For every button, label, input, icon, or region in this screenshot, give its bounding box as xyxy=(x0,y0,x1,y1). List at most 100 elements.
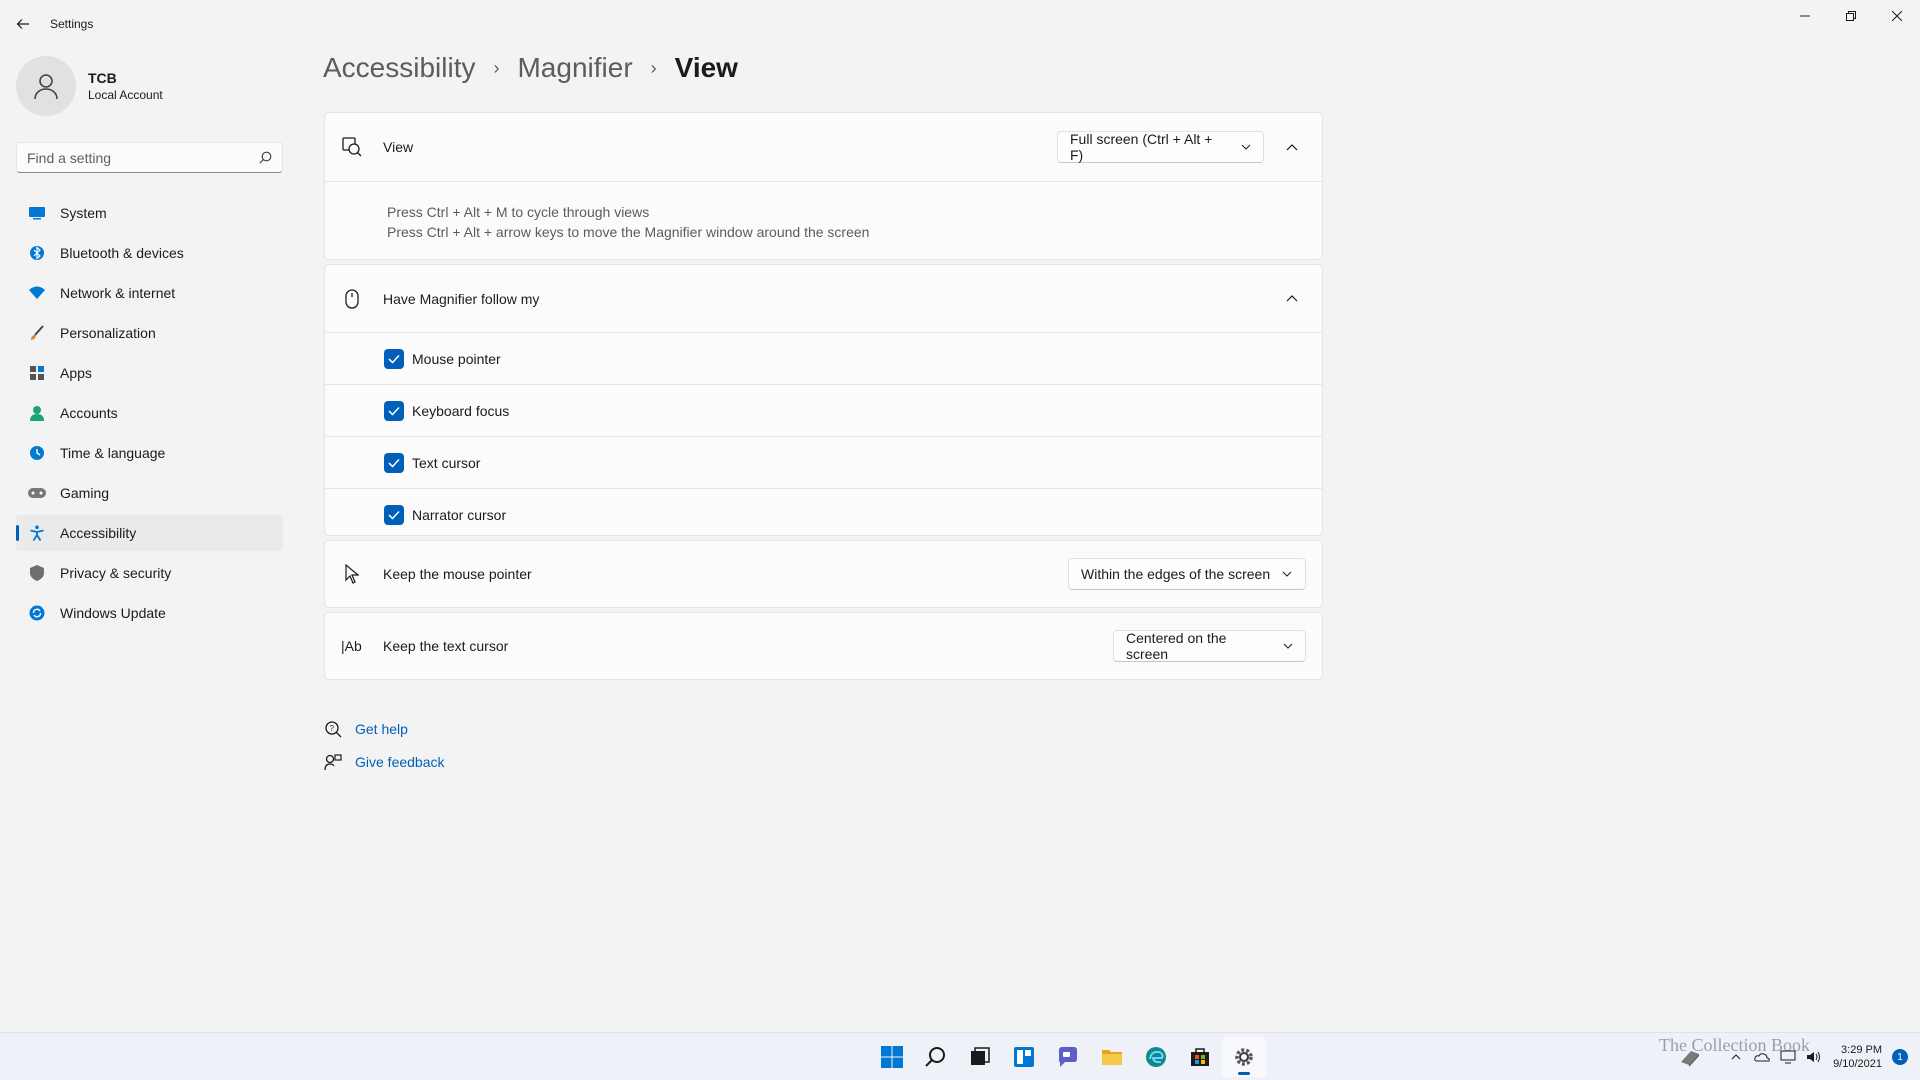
bluetooth-icon xyxy=(28,244,46,262)
volume-icon[interactable] xyxy=(1803,1046,1825,1068)
settings-window: Settings TCB Local Account Find a settin… xyxy=(0,0,1920,1032)
breadcrumb: Accessibility › Magnifier › View xyxy=(323,52,738,84)
clock[interactable]: 3:29 PM 9/10/2021 xyxy=(1833,1043,1882,1071)
sidebar-item-accounts[interactable]: Accounts xyxy=(16,395,283,431)
view-card-collapse-button[interactable] xyxy=(1278,133,1306,161)
sidebar-item-label: Gaming xyxy=(60,485,110,501)
help-links: ? Get help Give feedback xyxy=(323,712,445,778)
mouse-pointer-icon xyxy=(341,563,363,585)
sidebar-item-bluetooth[interactable]: Bluetooth & devices xyxy=(16,235,283,271)
back-button[interactable] xyxy=(8,10,38,38)
follow-card-title: Have Magnifier follow my xyxy=(383,290,540,307)
chevron-down-icon xyxy=(1241,144,1251,150)
task-view-icon[interactable] xyxy=(958,1037,1002,1077)
search-box xyxy=(16,142,283,173)
sidebar-item-label: Personalization xyxy=(60,325,156,341)
sidebar-item-privacy-security[interactable]: Privacy & security xyxy=(16,555,283,591)
restore-icon xyxy=(1846,11,1856,21)
keyboard-focus-checkbox[interactable] xyxy=(384,400,404,421)
chevron-down-icon xyxy=(1283,643,1293,649)
sidebar-item-label: Windows Update xyxy=(60,605,166,621)
give-feedback-link[interactable]: Give feedback xyxy=(323,745,445,778)
breadcrumb-separator: › xyxy=(650,57,657,78)
sidebar-item-label: Network & internet xyxy=(60,285,176,301)
sidebar-item-system[interactable]: System xyxy=(16,195,283,231)
sidebar-item-accessibility[interactable]: Accessibility xyxy=(16,515,283,551)
settings-icon[interactable] xyxy=(1222,1037,1266,1077)
follow-option-keyboard-focus[interactable]: Keyboard focus xyxy=(325,385,1322,436)
chevron-up-icon xyxy=(1286,143,1298,150)
search-icon[interactable] xyxy=(914,1037,958,1077)
breadcrumb-magnifier[interactable]: Magnifier xyxy=(517,52,632,84)
book-logo-icon xyxy=(1679,1046,1701,1068)
sidebar-item-time-language[interactable]: Time & language xyxy=(16,435,283,471)
svg-text:?: ? xyxy=(330,724,335,733)
view-card-title: View xyxy=(383,139,414,155)
accessibility-icon xyxy=(28,524,46,542)
follow-card-collapse-button[interactable] xyxy=(1278,284,1306,312)
follow-option-mouse-pointer[interactable]: Mouse pointer xyxy=(325,333,1322,384)
sidebar-item-label: Accessibility xyxy=(60,525,137,541)
follow-option-text-cursor[interactable]: Text cursor xyxy=(325,437,1322,488)
globe-clock-icon xyxy=(28,444,46,462)
sidebar-item-gaming[interactable]: Gaming xyxy=(16,475,283,511)
sidebar-item-personalization[interactable]: Personalization xyxy=(16,315,283,351)
chevron-up-icon[interactable] xyxy=(1725,1046,1747,1068)
minimize-button[interactable] xyxy=(1782,0,1828,32)
keep-mouse-pointer-title: Keep the mouse pointer xyxy=(383,566,532,582)
wifi-icon xyxy=(28,284,46,302)
sidebar-item-windows-update[interactable]: Windows Update xyxy=(16,595,283,631)
widgets-icon[interactable] xyxy=(1002,1037,1046,1077)
taskbar: The Collection Book 3:29 PM 9/10/2021 1 xyxy=(0,1032,1920,1080)
get-help-link[interactable]: ? Get help xyxy=(323,712,445,745)
sidebar-item-label: Privacy & security xyxy=(60,565,172,581)
text-cursor-icon: |Ab xyxy=(341,638,362,654)
user-profile[interactable]: TCB Local Account xyxy=(16,56,163,116)
sidebar-item-apps[interactable]: Apps xyxy=(16,355,283,391)
checkmark-icon xyxy=(388,510,400,520)
help-icon: ? xyxy=(323,719,343,739)
text-cursor-checkbox[interactable] xyxy=(384,452,404,473)
edge-icon[interactable] xyxy=(1134,1037,1178,1077)
close-icon xyxy=(1892,11,1902,21)
mouse-pointer-checkbox[interactable] xyxy=(384,348,404,369)
taskbar-apps xyxy=(870,1033,1266,1080)
notification-badge[interactable]: 1 xyxy=(1892,1049,1908,1065)
gamepad-icon xyxy=(28,484,46,502)
keyboard-focus-label: Keyboard focus xyxy=(412,402,510,419)
close-button[interactable] xyxy=(1874,0,1920,32)
give-feedback-text[interactable]: Give feedback xyxy=(355,754,445,770)
cloud-icon[interactable] xyxy=(1751,1046,1773,1068)
follow-option-narrator-cursor[interactable]: Narrator cursor xyxy=(325,489,1322,540)
start-icon[interactable] xyxy=(870,1037,914,1077)
update-icon xyxy=(28,604,46,622)
text-cursor-position-dropdown[interactable]: Centered on the screen xyxy=(1113,630,1306,662)
store-icon[interactable] xyxy=(1178,1037,1222,1077)
sidebar-item-label: System xyxy=(60,205,107,221)
mouse-pointer-position-value: Within the edges of the screen xyxy=(1081,566,1271,582)
chevron-down-icon xyxy=(1282,571,1292,577)
apps-icon xyxy=(28,364,46,382)
feedback-icon xyxy=(323,752,343,772)
narrator-cursor-checkbox[interactable] xyxy=(384,504,404,525)
divider xyxy=(325,181,1322,182)
system-tray: 3:29 PM 9/10/2021 1 xyxy=(1675,1033,1908,1080)
view-mode-dropdown[interactable]: Full screen (Ctrl + Alt + F) xyxy=(1057,131,1264,163)
network-icon[interactable] xyxy=(1777,1046,1799,1068)
get-help-text[interactable]: Get help xyxy=(355,721,408,737)
restore-button[interactable] xyxy=(1828,0,1874,32)
sidebar-item-label: Bluetooth & devices xyxy=(60,245,184,261)
file-explorer-icon[interactable] xyxy=(1090,1037,1134,1077)
accounts-icon xyxy=(28,404,46,422)
sidebar-item-label: Time & language xyxy=(60,445,166,461)
breadcrumb-accessibility[interactable]: Accessibility xyxy=(323,52,475,84)
window-controls xyxy=(1782,0,1920,32)
search-icon[interactable] xyxy=(259,151,272,164)
sidebar-item-network[interactable]: Network & internet xyxy=(16,275,283,311)
view-card-header[interactable]: View Full screen (Ctrl + Alt + F) xyxy=(325,113,1322,181)
title-bar: Settings xyxy=(0,0,1920,48)
mouse-pointer-position-dropdown[interactable]: Within the edges of the screen xyxy=(1068,558,1306,590)
search-input[interactable] xyxy=(27,149,259,166)
chat-icon[interactable] xyxy=(1046,1037,1090,1077)
follow-card-header[interactable]: Have Magnifier follow my xyxy=(325,265,1322,332)
